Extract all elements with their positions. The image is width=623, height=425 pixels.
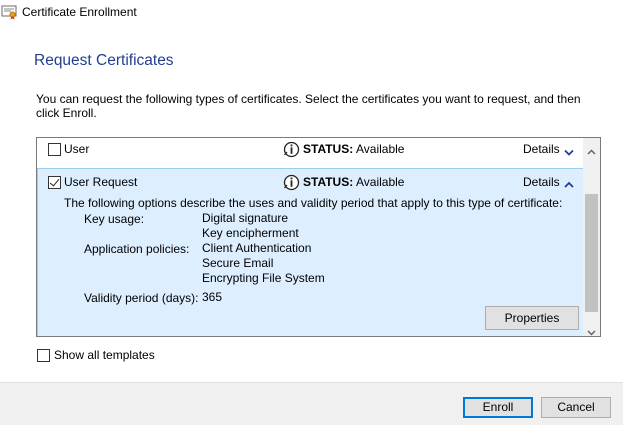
validity-period-value: 365	[202, 290, 223, 304]
scroll-up-icon[interactable]	[587, 144, 596, 155]
key-usage-value-1: Digital signature	[202, 211, 289, 225]
certificate-row-user[interactable]: User STATUS: Available Details	[37, 138, 584, 165]
certificate-row-user-request[interactable]: User Request STATUS: Available Details T…	[37, 168, 583, 336]
key-usage-label: Key usage:	[84, 212, 145, 226]
certificate-name: User Request	[64, 175, 138, 189]
certificate-description: The following options describe the uses …	[64, 196, 563, 210]
cancel-button[interactable]: Cancel	[541, 397, 611, 418]
info-icon	[283, 141, 300, 158]
certificate-icon	[1, 4, 18, 20]
title-bar: Certificate Enrollment	[0, 0, 623, 26]
user-request-checkbox[interactable]	[48, 176, 61, 189]
application-policy-2: Secure Email	[202, 256, 274, 270]
validity-period-label: Validity period (days):	[84, 291, 199, 305]
chevron-down-icon[interactable]	[564, 146, 574, 156]
application-policy-1: Client Authentication	[202, 241, 312, 255]
status-label: STATUS:	[303, 175, 354, 189]
status-label: STATUS:	[303, 142, 354, 156]
page-heading: Request Certificates	[34, 52, 174, 69]
show-all-templates-label[interactable]: Show all templates	[54, 348, 155, 362]
list-scrollbar[interactable]	[583, 138, 600, 336]
application-policies-label: Application policies:	[84, 242, 190, 256]
certificate-list: User STATUS: Available Details User Requ…	[36, 137, 601, 337]
application-policy-3: Encrypting File System	[202, 271, 325, 285]
window-title: Certificate Enrollment	[22, 5, 137, 19]
chevron-up-icon[interactable]	[564, 178, 574, 188]
status-value: Available	[356, 142, 405, 156]
scroll-thumb[interactable]	[585, 194, 598, 312]
scroll-down-icon[interactable]	[587, 325, 596, 336]
intro-text: You can request the following types of c…	[36, 92, 581, 120]
details-link[interactable]: Details	[523, 175, 560, 189]
certificate-name: User	[64, 142, 90, 156]
key-usage-value-2: Key encipherment	[202, 226, 299, 240]
properties-button[interactable]: Properties	[485, 306, 579, 330]
enroll-button[interactable]: Enroll	[463, 397, 533, 418]
dialog-footer: Enroll Cancel	[0, 382, 623, 425]
show-all-templates-checkbox[interactable]	[37, 349, 50, 362]
info-icon	[283, 174, 300, 191]
user-checkbox[interactable]	[48, 143, 61, 156]
details-link[interactable]: Details	[523, 142, 560, 156]
status-value: Available	[356, 175, 405, 189]
